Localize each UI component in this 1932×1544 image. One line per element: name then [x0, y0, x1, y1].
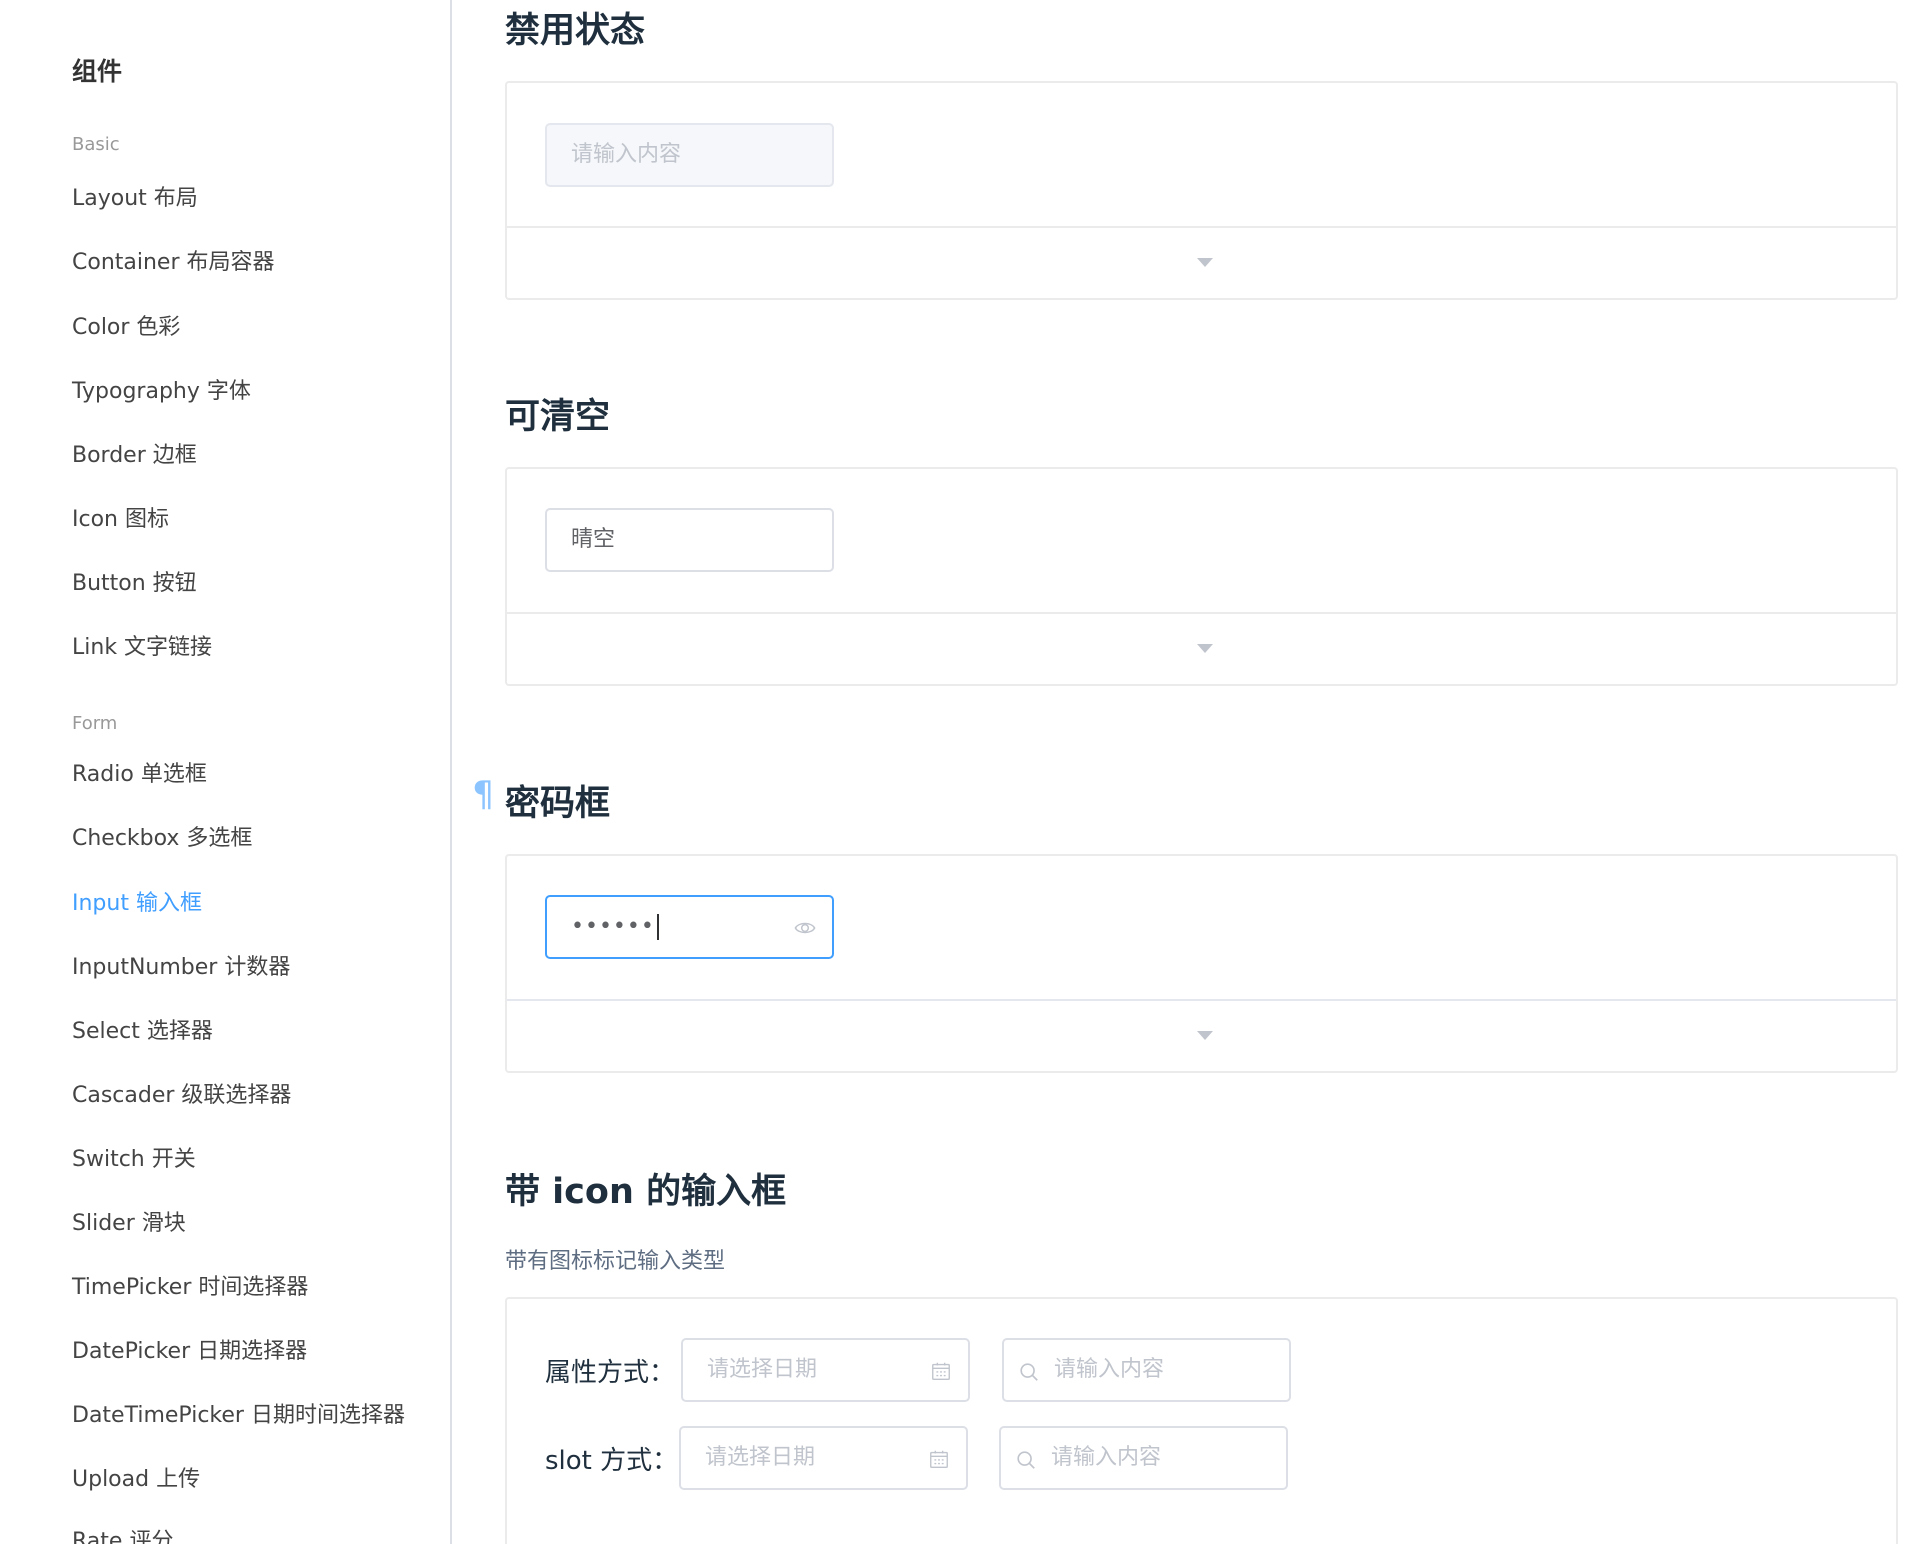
section-description: 带有图标标记输入类型 — [505, 1249, 726, 1274]
demo-expand-control[interactable] — [507, 614, 1896, 684]
disabled-input-placeholder: 请输入内容 — [571, 142, 682, 167]
search-input-placeholder: 请输入内容 — [1051, 1445, 1162, 1470]
password-input-value: •••••• — [571, 914, 655, 939]
sidebar-item-button[interactable]: Button 按钮 — [72, 568, 197, 600]
search-input[interactable]: 请输入内容 — [999, 1426, 1288, 1490]
demo-expand-control[interactable] — [507, 228, 1896, 298]
clearable-input-value: 晴空 — [571, 527, 616, 552]
sidebar-item-icon[interactable]: Icon 图标 — [72, 504, 169, 536]
disabled-input: 请输入内容 — [545, 123, 834, 187]
caret-down-icon[interactable] — [1197, 258, 1213, 267]
anchor-icon[interactable]: ¶ — [472, 775, 494, 815]
sidebar-item-timepicker[interactable]: TimePicker 时间选择器 — [72, 1272, 308, 1304]
demo-block-disabled: 请输入内容 — [505, 81, 1898, 300]
date-input-placeholder: 请选择日期 — [707, 1357, 818, 1382]
sidebar-item-inputnumber[interactable]: InputNumber 计数器 — [72, 952, 290, 984]
sidebar-item-border[interactable]: Border 边框 — [72, 440, 197, 472]
demo-block-password: •••••• — [505, 854, 1898, 1073]
text-cursor — [656, 914, 659, 940]
sidebar-item-radio[interactable]: Radio 单选框 — [72, 759, 207, 791]
clearable-input[interactable]: 晴空 — [545, 508, 834, 572]
sidebar-item-cascader[interactable]: Cascader 级联选择器 — [72, 1080, 291, 1112]
section-title-disabled: 禁用状态 — [505, 11, 646, 51]
caret-down-icon[interactable] — [1197, 644, 1213, 653]
sidebar: 组件 Basic Layout 布局 Container 布局容器 Color … — [0, 0, 452, 1544]
search-input-placeholder: 请输入内容 — [1054, 1357, 1165, 1382]
main-content: 禁用状态 请输入内容 可清空 晴空 ¶ 密码框 •••••• 带 icon 的输… — [454, 0, 1932, 1544]
sidebar-item-color[interactable]: Color 色彩 — [72, 312, 180, 344]
sidebar-item-slider[interactable]: Slider 滑块 — [72, 1208, 186, 1240]
date-input-placeholder: 请选择日期 — [705, 1445, 816, 1470]
sidebar-item-datepicker[interactable]: DatePicker 日期选择器 — [72, 1336, 307, 1368]
calendar-icon — [932, 1362, 950, 1380]
password-input[interactable]: •••••• — [545, 895, 834, 959]
search-input[interactable]: 请输入内容 — [1002, 1338, 1291, 1402]
demo-expand-control[interactable] — [507, 1001, 1896, 1071]
caret-down-icon[interactable] — [1197, 1031, 1213, 1040]
sidebar-item-upload[interactable]: Upload 上传 — [72, 1464, 200, 1496]
date-input[interactable]: 请选择日期 — [681, 1338, 970, 1402]
section-title-password: 密码框 — [505, 784, 611, 824]
demo-block-icon-input: 属性方式： 请选择日期 请输入内容 slot 方式： 请选择日期 请输入内容 — [505, 1297, 1898, 1544]
sidebar-item-typography[interactable]: Typography 字体 — [72, 376, 251, 408]
section-title-icon-input: 带 icon 的输入框 — [505, 1172, 787, 1212]
sidebar-item-container[interactable]: Container 布局容器 — [72, 247, 275, 279]
sidebar-group-form: Form — [72, 713, 118, 734]
row-label-attribute: 属性方式： — [545, 1358, 676, 1388]
sidebar-item-checkbox[interactable]: Checkbox 多选框 — [72, 823, 252, 855]
sidebar-title: 组件 — [72, 57, 123, 86]
sidebar-item-layout[interactable]: Layout 布局 — [72, 183, 198, 215]
sidebar-item-input[interactable]: Input 输入框 — [72, 888, 202, 920]
sidebar-item-link[interactable]: Link 文字链接 — [72, 632, 212, 664]
eye-icon[interactable] — [794, 917, 816, 939]
demo-source: 请输入内容 — [507, 83, 1896, 228]
demo-source: •••••• — [507, 856, 1896, 1001]
sidebar-item-select[interactable]: Select 选择器 — [72, 1016, 213, 1048]
demo-block-clearable: 晴空 — [505, 467, 1898, 686]
sidebar-group-basic: Basic — [72, 134, 120, 155]
search-icon — [1020, 1363, 1038, 1381]
sidebar-item-rate[interactable]: Rate 评分 — [72, 1526, 173, 1544]
demo-source: 晴空 — [507, 469, 1896, 614]
date-input[interactable]: 请选择日期 — [679, 1426, 968, 1490]
section-title-clearable: 可清空 — [505, 397, 611, 437]
sidebar-item-switch[interactable]: Switch 开关 — [72, 1144, 196, 1176]
row-label-slot: slot 方式： — [545, 1446, 679, 1476]
search-icon — [1017, 1451, 1035, 1469]
calendar-icon — [930, 1450, 948, 1468]
sidebar-item-datetimepicker[interactable]: DateTimePicker 日期时间选择器 — [72, 1400, 405, 1432]
